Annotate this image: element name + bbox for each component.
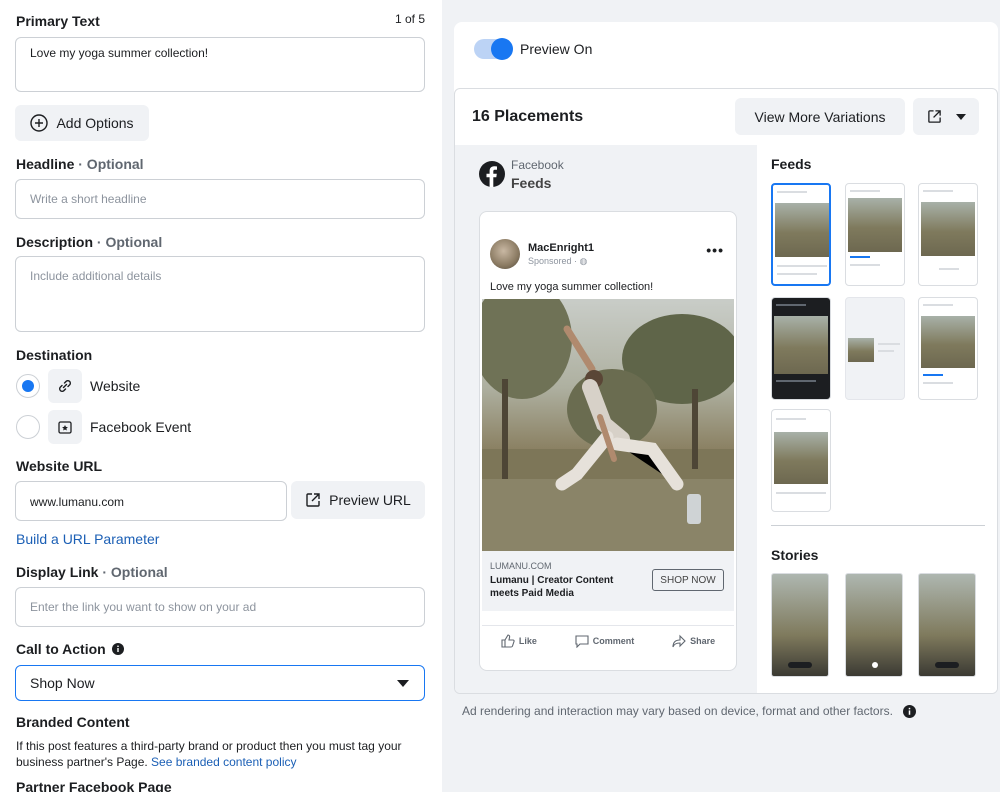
post-text: Love my yoga summer collection!: [490, 281, 654, 293]
platform-name: Facebook: [511, 158, 564, 172]
preview-toggle[interactable]: [474, 38, 513, 60]
display-link-placeholder: Enter the link you want to show on your …: [30, 600, 257, 614]
call-to-action-label: Call to Action: [16, 641, 124, 657]
preview-url-label: Preview URL: [329, 492, 411, 508]
placement-thumbnails: Feeds Stories: [757, 145, 997, 693]
avatar: [490, 239, 520, 269]
info-icon[interactable]: [111, 643, 124, 655]
thumbnail-facebook-stories[interactable]: [771, 573, 829, 677]
link-preview[interactable]: LUMANU.COM Lumanu | Creator Content meet…: [482, 551, 734, 611]
comment-button[interactable]: Comment: [575, 634, 634, 648]
display-link-input[interactable]: Enter the link you want to show on your …: [15, 587, 425, 627]
build-url-parameter-link[interactable]: Build a URL Parameter: [16, 531, 159, 547]
comment-icon: [575, 634, 589, 648]
partner-page-label: Partner Facebook Page: [16, 779, 172, 792]
preview-url-button[interactable]: Preview URL: [291, 481, 425, 519]
share-button[interactable]: Share: [672, 634, 715, 648]
external-link-icon: [927, 110, 941, 123]
feeds-heading: Feeds: [771, 156, 812, 172]
description-input[interactable]: Include additional details: [15, 256, 425, 332]
selected-placement-preview: Facebook Feeds MacEnright1 Sponsored · ◍…: [455, 145, 757, 693]
facebook-event-option-label: Facebook Event: [90, 419, 192, 435]
display-link-label: Display Link · Optional: [16, 564, 168, 580]
placements-title: 16 Placements: [472, 108, 584, 125]
placements-header: 16 Placements View More Variations: [455, 89, 997, 145]
link-icon: [48, 369, 82, 403]
primary-text-field[interactable]: Love my yoga summer collection!: [15, 37, 425, 92]
branded-content-policy-link[interactable]: See branded content policy: [151, 755, 296, 769]
stories-heading: Stories: [771, 547, 819, 563]
website-radio[interactable]: [16, 374, 40, 398]
primary-text-label: Primary Text: [16, 13, 100, 29]
thumbs-up-icon: [501, 633, 515, 648]
more-options-icon[interactable]: •••: [706, 242, 724, 258]
shop-now-cta-button[interactable]: SHOP NOW: [652, 569, 724, 591]
branded-content-text: If this post features a third-party bran…: [16, 739, 402, 769]
share-arrow-icon: [672, 634, 686, 647]
headline-input[interactable]: Write a short headline: [15, 179, 425, 219]
thumbnail-video-feeds[interactable]: [771, 297, 831, 400]
external-link-icon: [306, 493, 320, 507]
post-sponsored: Sponsored · ◍: [528, 256, 588, 266]
thumbnail-facebook-feed[interactable]: [771, 183, 831, 286]
destination-label: Destination: [16, 347, 93, 363]
website-url-value: www.lumanu.com: [30, 495, 125, 509]
thumbnail-instagram-feed[interactable]: [845, 183, 905, 286]
caret-down-icon: [397, 680, 409, 687]
website-url-label: Website URL: [16, 458, 103, 474]
divider: [771, 525, 985, 526]
thumbnail-search-results[interactable]: [771, 409, 831, 512]
thumbnail-instagram-stories[interactable]: [845, 573, 903, 677]
placement-name: Feeds: [511, 175, 552, 191]
branded-content-label: Branded Content: [16, 714, 130, 730]
add-options-button[interactable]: Add Options: [15, 105, 149, 141]
preview-panel: Preview On 16 Placements View More Varia…: [442, 0, 1000, 792]
like-button[interactable]: Like: [501, 633, 537, 648]
post-actions-bar: Like Comment Share: [482, 625, 734, 655]
thumbnail-messenger-stories[interactable]: [918, 573, 976, 677]
placements-card: 16 Placements View More Variations Faceb…: [454, 88, 998, 694]
cta-selected-value: Shop Now: [30, 675, 95, 691]
add-circle-icon: [30, 114, 49, 132]
thumbnail-marketplace[interactable]: [918, 183, 978, 286]
rendering-disclaimer: Ad rendering and interaction may vary ba…: [462, 704, 916, 718]
description-placeholder: Include additional details: [30, 269, 162, 283]
event-star-icon: [48, 410, 82, 444]
view-more-variations-button[interactable]: View More Variations: [735, 98, 905, 135]
facebook-logo-icon: [479, 161, 505, 187]
call-to-action-select[interactable]: Shop Now: [15, 665, 425, 701]
ad-image: [482, 299, 734, 551]
globe-icon: ◍: [579, 256, 588, 266]
ad-creative-panel: Primary Text 1 of 5 Love my yoga summer …: [0, 0, 440, 792]
yoga-photo: [482, 299, 734, 551]
thumbnail-explore[interactable]: [918, 297, 978, 400]
thumbnail-right-column[interactable]: [845, 297, 905, 400]
facebook-event-radio[interactable]: [16, 415, 40, 439]
primary-text-value: Love my yoga summer collection!: [30, 46, 209, 60]
link-domain: LUMANU.COM: [490, 561, 552, 571]
primary-text-counter: 1 of 5: [394, 12, 425, 26]
website-url-input[interactable]: www.lumanu.com: [15, 481, 287, 521]
preview-toggle-label: Preview On: [520, 41, 593, 57]
post-author: MacEnright1: [528, 242, 595, 254]
info-icon[interactable]: [902, 704, 916, 718]
add-options-label: Add Options: [56, 115, 134, 131]
link-title: Lumanu | Creator Content meets Paid Medi…: [490, 575, 614, 599]
share-preview-button[interactable]: [913, 98, 979, 135]
ad-post-preview: MacEnright1 Sponsored · ◍ ••• Love my yo…: [479, 211, 737, 671]
description-label: Description · Optional: [16, 234, 163, 250]
toggle-knob: [491, 38, 513, 60]
preview-toggle-card: Preview On: [454, 22, 998, 94]
caret-down-icon: [955, 113, 966, 120]
website-option-label: Website: [90, 378, 141, 394]
headline-label: Headline · Optional: [16, 156, 144, 172]
headline-placeholder: Write a short headline: [30, 192, 147, 206]
